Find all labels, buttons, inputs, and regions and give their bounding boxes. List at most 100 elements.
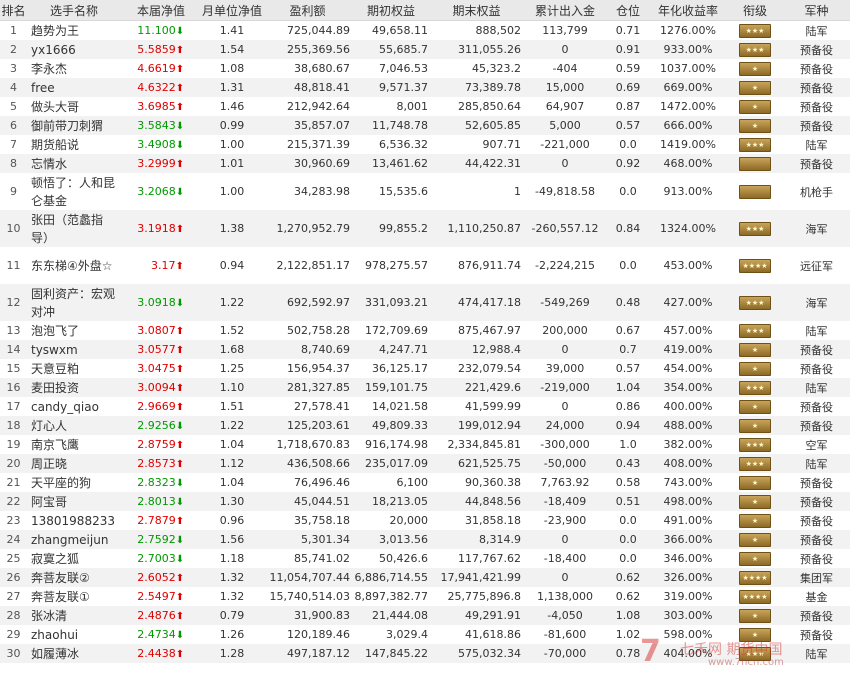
table-row[interactable]: 17 candy_qiao 2.9669⬆ 1.51 27,578.41 14,021.5… — [0, 397, 850, 416]
table-row[interactable]: 8 忘情水 3.2999⬆ 1.01 30,960.69 13,461.62 44,422.… — [0, 154, 850, 173]
header-profit[interactable]: 盈利额 — [263, 0, 352, 21]
player-name-link[interactable]: tyswxm — [27, 340, 121, 359]
rank-badge-icon: ★★★ — [739, 137, 771, 152]
table-row[interactable]: 16 麦田投资 3.0094⬆ 1.10 281,327.85 159,101.75 221… — [0, 378, 850, 397]
monthly-nav-cell: 1.30 — [201, 492, 263, 511]
table-row[interactable]: 6 御前带刀刺猬 3.5843⬇ 0.99 35,857.07 11,748.78 52,6… — [0, 116, 850, 135]
player-name-link[interactable]: 做头大哥 — [27, 97, 121, 116]
table-row[interactable]: 7 期货船说 3.4908⬇ 1.00 215,371.39 6,536.32 907.71… — [0, 135, 850, 154]
end-equity-cell: 1,110,250.87 — [430, 210, 523, 247]
player-name-link[interactable]: 南京飞鹰 — [27, 435, 121, 454]
start-equity-cell: 978,275.57 — [365, 259, 428, 272]
player-name-link[interactable]: 张田（范蠡指导） — [27, 210, 121, 247]
rank-cell: 26 — [0, 568, 27, 587]
table-row[interactable]: 29 zhaohui 2.4734⬇ 1.26 120,189.46 3,029.4 41,… — [0, 625, 850, 644]
table-row[interactable]: 15 天意豆粕 3.0475⬆ 1.25 156,954.37 36,125.17 232,… — [0, 359, 850, 378]
rank-badge-cell: ★ — [727, 397, 783, 416]
player-name-link[interactable]: 奔菩友联② — [27, 568, 121, 587]
profit-cell: 255,369.56 — [263, 40, 352, 59]
annual-return-cell: 354.00% — [649, 378, 727, 397]
player-name-link[interactable]: 麦田投资 — [27, 378, 121, 397]
profit-cell: 725,044.89 — [287, 24, 350, 37]
table-row[interactable]: 23 13801988233 2.7879⬆ 0.96 35,758.18 20,000 3… — [0, 511, 850, 530]
position-cell: 0.51 — [607, 492, 649, 511]
table-row[interactable]: 26 奔菩友联② 2.6052⬆ 1.32 11,054,707.44 6,886,714… — [0, 568, 850, 587]
header-monthly-nav[interactable]: 月单位净值 — [201, 0, 263, 21]
annual-return-cell: 419.00% — [649, 340, 727, 359]
annual-return-cell: 498.00% — [649, 492, 727, 511]
monthly-nav-cell: 0.96 — [219, 514, 245, 527]
player-name-link[interactable]: 周正晓 — [27, 454, 121, 473]
player-name-link[interactable]: zhaohui — [27, 625, 121, 644]
table-row[interactable]: 2 yx1666 5.5859⬆ 1.54 255,369.56 55,685.7 311,… — [0, 40, 850, 59]
header-end-equity[interactable]: 期末权益 — [430, 0, 523, 21]
rank-badge-icon: ★★★ — [739, 456, 771, 471]
profit-cell: 215,371.39 — [287, 138, 350, 151]
rank-cell: 27 — [6, 590, 21, 603]
table-row[interactable]: 11 东东梯④外盘☆ 3.17⬆ 0.94 2,122,851.17 978,275.57… — [0, 247, 850, 284]
player-name-link[interactable]: 东东梯④外盘☆ — [27, 247, 121, 284]
table-row[interactable]: 4 free 4.6322⬆ 1.31 48,818.41 9,571.37 73,389.… — [0, 78, 850, 97]
player-name-link[interactable]: 趋势为王 — [27, 21, 121, 41]
branch-cell: 预备役 — [800, 100, 833, 114]
player-name-link[interactable]: 阿宝哥 — [27, 492, 121, 511]
table-row[interactable]: 10 张田（范蠡指导） 3.1918⬆ 1.38 1,270,952.79 99,855.… — [0, 210, 850, 247]
player-name-link[interactable]: 固利资产：宏观对冲 — [27, 284, 121, 321]
table-row[interactable]: 1 趋势为王 11.100⬇ 1.41 725,044.89 49,658.11 888,5… — [0, 21, 850, 41]
monthly-nav-cell: 1.01 — [201, 154, 263, 173]
table-row[interactable]: 13 泡泡飞了 3.0807⬆ 1.52 502,758.28 172,709.69 875… — [0, 321, 850, 340]
header-branch[interactable]: 军种 — [783, 0, 850, 21]
player-name-link[interactable]: 顿悟了：人和昆仑基金 — [27, 173, 121, 210]
player-name-link[interactable]: 13801988233 — [27, 511, 121, 530]
net-flow-cell: -260,557.12 — [523, 210, 607, 247]
header-net-flow[interactable]: 累计出入金 — [523, 0, 607, 21]
player-name-link[interactable]: 泡泡飞了 — [27, 321, 121, 340]
player-name-link[interactable]: yx1666 — [27, 40, 121, 59]
header-position[interactable]: 仓位 — [607, 0, 649, 21]
header-annual-return[interactable]: 年化收益率 — [649, 0, 727, 21]
end-equity-cell: 49,291.91 — [430, 606, 523, 625]
header-nav[interactable]: 本届净值 — [121, 0, 201, 21]
player-name-link[interactable]: 灯心人 — [27, 416, 121, 435]
player-name-link[interactable]: candy_qiao — [27, 397, 121, 416]
player-name-link[interactable]: 张冰清 — [27, 606, 121, 625]
table-row[interactable]: 28 张冰清 2.4876⬆ 0.79 31,900.83 21,444.08 49,291… — [0, 606, 850, 625]
header-start-equity[interactable]: 期初权益 — [352, 0, 430, 21]
player-name-link[interactable]: 天意豆粕 — [27, 359, 121, 378]
profit-cell: 1,718,670.83 — [276, 438, 350, 451]
table-row[interactable]: 14 tyswxm 3.0577⬆ 1.68 8,740.69 4,247.71 12,98… — [0, 340, 850, 359]
table-row[interactable]: 22 阿宝哥 2.8013⬇ 1.30 45,044.51 18,213.05 44,848… — [0, 492, 850, 511]
player-name-link[interactable]: 如履薄冰 — [27, 644, 121, 663]
player-name-link[interactable]: 天平座的狗 — [27, 473, 121, 492]
net-flow-cell: -81,600 — [543, 628, 587, 641]
header-rank-badge[interactable]: 衔级 — [727, 0, 783, 21]
position-cell: 1.0 — [619, 438, 637, 451]
table-row[interactable]: 24 zhangmeijun 2.7592⬇ 1.56 5,301.34 3,013.56… — [0, 530, 850, 549]
player-name-link[interactable]: free — [27, 78, 121, 97]
header-rank[interactable]: 排名 — [0, 0, 27, 21]
table-row[interactable]: 20 周正晓 2.8573⬆ 1.12 436,508.66 235,017.09 621,… — [0, 454, 850, 473]
end-equity-cell: 876,911.74 — [458, 259, 521, 272]
player-name-link[interactable]: 李永杰 — [27, 59, 121, 78]
table-row[interactable]: 27 奔菩友联① 2.5497⬆ 1.32 15,740,514.03 8,897,382… — [0, 587, 850, 606]
nav-value: 5.5859 — [137, 43, 176, 56]
table-row[interactable]: 25 寂寞之狐 2.7003⬇ 1.18 85,741.02 50,426.6 117,76… — [0, 549, 850, 568]
player-name-link[interactable]: 寂寞之狐 — [27, 549, 121, 568]
nav-value: 11.100 — [137, 24, 176, 37]
table-row[interactable]: 5 做头大哥 3.6985⬆ 1.46 212,942.64 8,001 285,850.6… — [0, 97, 850, 116]
player-name-link[interactable]: zhangmeijun — [27, 530, 121, 549]
player-name-link[interactable]: 期货船说 — [27, 135, 121, 154]
table-row[interactable]: 18 灯心人 2.9256⬇ 1.22 125,203.61 49,809.33 199,0… — [0, 416, 850, 435]
table-row[interactable]: 19 南京飞鹰 2.8759⬆ 1.04 1,718,670.83 916,174.98 2… — [0, 435, 850, 454]
table-row[interactable]: 21 天平座的狗 2.8323⬇ 1.04 76,496.46 6,100 90,360.3… — [0, 473, 850, 492]
player-name-link[interactable]: 御前带刀刺猬 — [27, 116, 121, 135]
table-row[interactable]: 3 李永杰 4.6619⬆ 1.08 38,680.67 7,046.53 45,323.2… — [0, 59, 850, 78]
table-row[interactable]: 12 固利资产：宏观对冲 3.0918⬇ 1.22 692,592.97 331,093.… — [0, 284, 850, 321]
end-equity-cell: 73,389.78 — [430, 78, 523, 97]
nav-value: 2.4734 — [137, 628, 176, 641]
table-row[interactable]: 30 如履薄冰 2.4438⬆ 1.28 497,187.12 147,845.22 575… — [0, 644, 850, 663]
player-name-link[interactable]: 忘情水 — [27, 154, 121, 173]
table-row[interactable]: 9 顿悟了：人和昆仑基金 3.2068⬇ 1.00 34,283.98 15,535.6 1… — [0, 173, 850, 210]
player-name-link[interactable]: 奔菩友联① — [27, 587, 121, 606]
header-name[interactable]: 选手名称 — [27, 0, 121, 21]
